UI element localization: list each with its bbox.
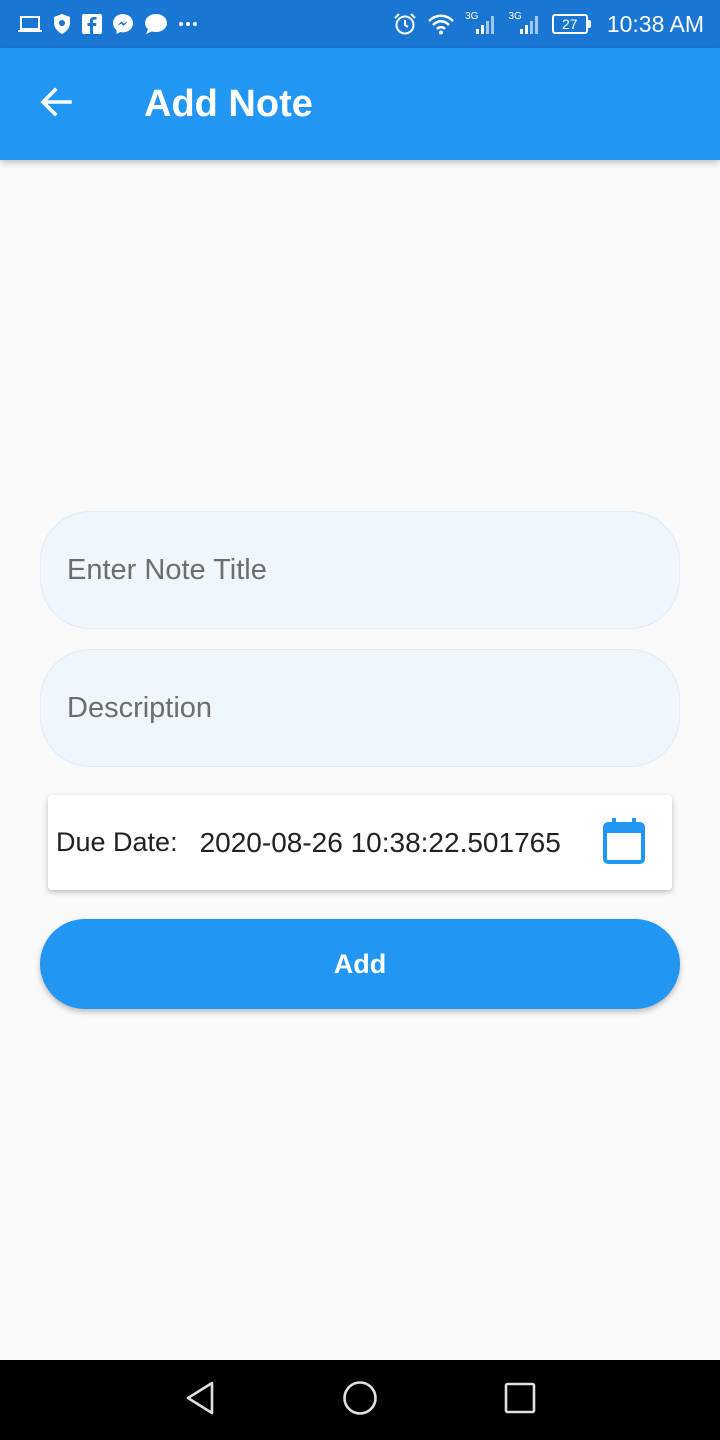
battery-icon: 27	[551, 14, 591, 34]
nav-recents-button[interactable]	[440, 1360, 600, 1440]
network-type-1: 3G	[465, 10, 479, 22]
app-bar: Add Note	[0, 48, 720, 160]
home-circle-icon	[342, 1380, 378, 1421]
due-date-card: Due Date: 2020-08-26 10:38:22.501765	[48, 795, 672, 890]
chat-bubble-icon	[144, 13, 168, 35]
battery-level: 27	[551, 14, 588, 34]
shield-icon	[52, 13, 72, 35]
laptop-icon	[18, 14, 42, 34]
back-triangle-icon	[184, 1381, 216, 1420]
calendar-button[interactable]	[600, 817, 648, 869]
facebook-icon	[82, 14, 102, 34]
messenger-icon	[112, 13, 134, 35]
status-time: 10:38 AM	[606, 10, 704, 37]
status-bar: 3G 3G 27 10:38 AM	[0, 0, 720, 48]
nav-back-button[interactable]	[120, 1360, 280, 1440]
due-date-value: 2020-08-26 10:38:22.501765	[199, 826, 561, 858]
title-field[interactable]	[40, 511, 680, 629]
network-type-2: 3G	[508, 10, 522, 22]
recents-square-icon	[504, 1382, 536, 1419]
nav-home-button[interactable]	[280, 1360, 440, 1440]
description-field[interactable]	[40, 649, 680, 767]
description-input[interactable]	[65, 650, 679, 766]
signal-icon: 3G	[508, 10, 541, 35]
title-input[interactable]	[65, 512, 679, 628]
arrow-back-icon	[38, 84, 74, 125]
alarm-icon	[393, 12, 417, 36]
calendar-icon	[603, 817, 645, 869]
status-system: 3G 3G 27 10:38 AM	[393, 11, 704, 38]
add-button[interactable]: Add	[40, 919, 680, 1009]
more-icon	[178, 20, 198, 28]
page-title: Add Note	[144, 82, 313, 125]
wifi-icon	[427, 13, 455, 35]
signal-icon: 3G	[465, 10, 498, 35]
navigation-bar	[0, 1360, 720, 1440]
back-button[interactable]	[0, 48, 112, 160]
status-notifications	[18, 13, 198, 35]
due-date-label: Due Date:	[56, 827, 178, 857]
